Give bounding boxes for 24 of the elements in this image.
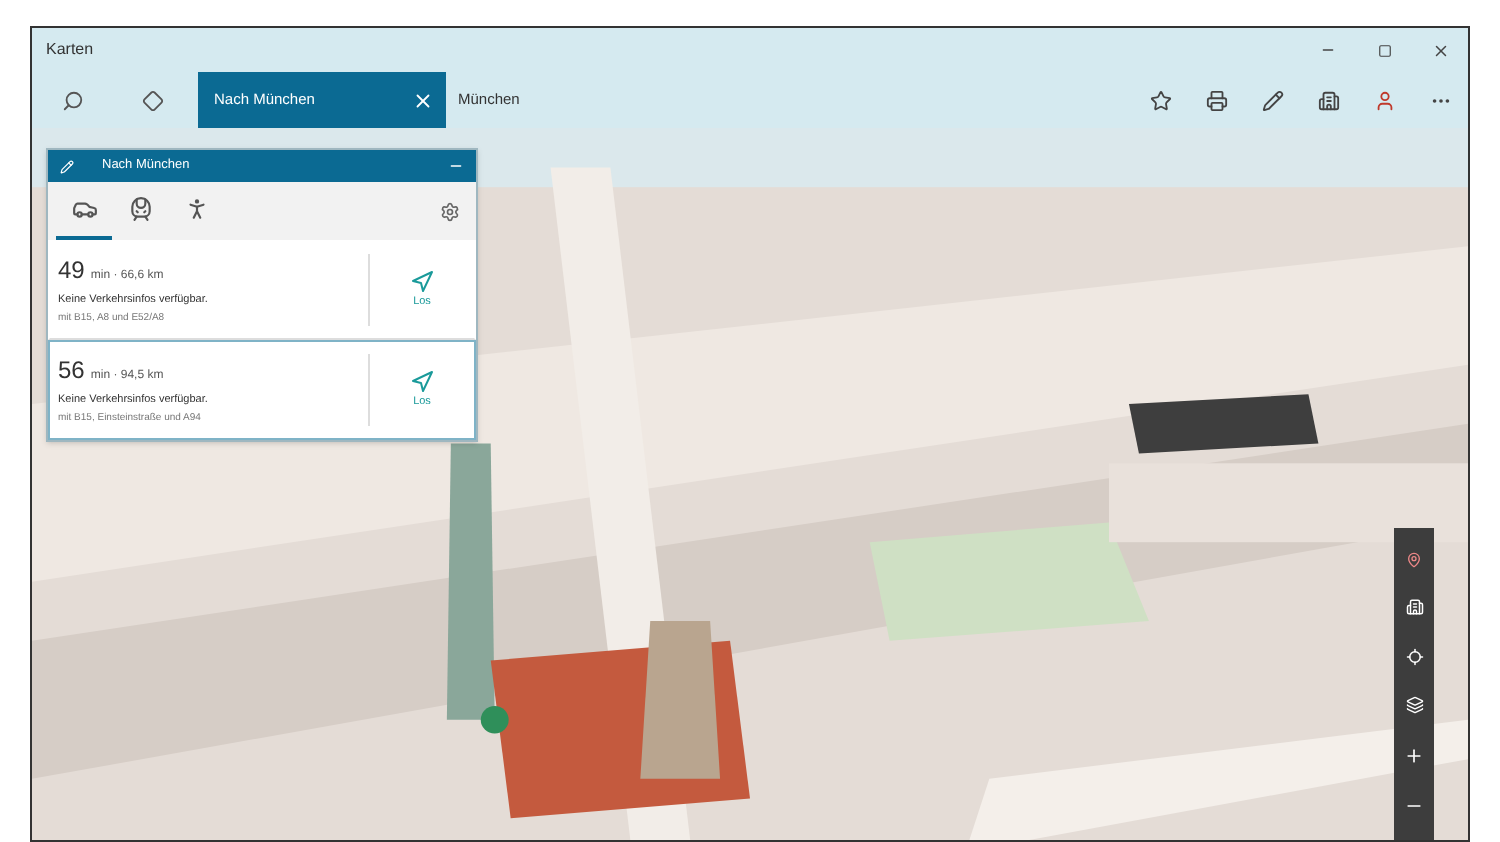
- settings-icon: [440, 201, 460, 221]
- maximize-icon: [1377, 43, 1391, 57]
- building-icon: [1317, 89, 1339, 111]
- close-icon[interactable]: [412, 89, 434, 111]
- locate-icon[interactable]: [1405, 647, 1423, 666]
- close-icon: [1431, 41, 1449, 59]
- diamond-icon: [141, 89, 163, 111]
- building-icon[interactable]: [1405, 598, 1423, 617]
- window-title: Karten: [46, 38, 94, 62]
- layers-icon[interactable]: [1405, 696, 1423, 715]
- print-icon: [1205, 89, 1227, 111]
- pen-icon[interactable]: [60, 159, 74, 173]
- compass-icon[interactable]: [1406, 551, 1422, 568]
- route-duration: 56: [58, 354, 85, 389]
- user-icon: [1373, 89, 1395, 111]
- arrow-icon: [410, 369, 434, 394]
- zoom-in-icon[interactable]: [1404, 745, 1424, 766]
- search-icon: [61, 89, 83, 111]
- walking-person-icon: [183, 196, 209, 222]
- arrow-icon: [410, 269, 434, 294]
- train-icon: [127, 196, 153, 222]
- favorites-icon: [1149, 89, 1171, 111]
- pen-icon: [1261, 89, 1283, 111]
- route-duration: 49: [58, 254, 85, 289]
